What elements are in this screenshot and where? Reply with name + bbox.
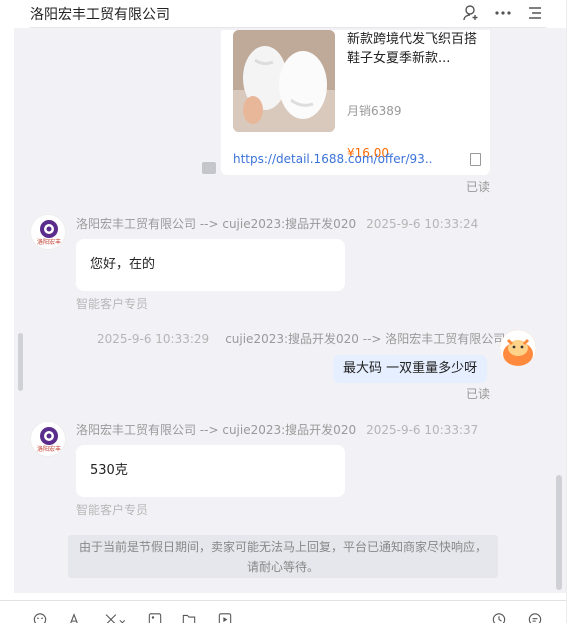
history-icon[interactable] [491,611,507,623]
message-type-icon [202,162,216,174]
message-meta: 洛阳宏丰工贸有限公司 --> cujie2023:搜品开发020 2025-9-6… [76,215,478,232]
agent-tag: 智能客户专员 [76,503,149,517]
product-link[interactable]: https://detail.1688.com/offer/93... [233,152,433,166]
chat-header: 洛阳宏丰工贸有限公司 [0,0,584,28]
video-icon[interactable] [217,611,233,623]
seller-avatar[interactable]: 洛阳宏丰 [30,214,66,250]
message-time: 2025-9-6 10:33:24 [366,217,479,231]
window-edge [566,0,584,623]
notice-line-2: 请耐心等待。 [246,560,319,574]
font-icon[interactable] [66,611,82,623]
product-sales: 月销6389 [347,104,402,118]
holiday-notice: 由于当前是节假日期间，卖家可能无法马上回复，平台已通知商家尽快响应， 请耐心等待… [68,535,498,578]
input-toolbar [0,600,566,623]
right-scrollbar[interactable] [556,475,562,590]
message-meta: 2025-9-6 10:33:29 cujie2023:搜品开发020 --> 洛… [97,330,505,347]
emoji-icon[interactable] [32,611,48,623]
message-time: 2025-9-6 10:33:37 [366,423,479,437]
message-bubble-outgoing[interactable]: 最大码 一双重量多少呀 [333,355,488,383]
seller-avatar[interactable]: 洛阳宏丰 [30,421,66,457]
seller-avatar-label: 洛阳宏丰 [37,238,61,246]
message-sender: cujie2023:搜品开发020 --> 洛阳宏丰工贸有限公司 [225,332,506,346]
message-meta: 洛阳宏丰工贸有限公司 --> cujie2023:搜品开发020 2025-9-6… [76,421,478,438]
message-read-status: 已读 [466,387,491,401]
folder-icon[interactable] [181,611,197,623]
chat-title: 洛阳宏丰工贸有限公司 [30,7,170,23]
add-contact-icon[interactable] [462,4,480,22]
notice-line-1: 由于当前是节假日期间，卖家可能无法马上回复，平台已通知商家尽快响应， [78,540,487,554]
product-image[interactable] [233,30,335,132]
image-icon[interactable] [147,611,163,623]
product-read-status: 已读 [466,180,491,194]
product-title[interactable]: 新款跨境代发飞织百搭鞋子女夏季新款... [347,30,482,68]
message-bubble-incoming[interactable]: 530克 [76,445,345,497]
more-icon[interactable] [494,4,512,22]
copy-link-icon[interactable] [470,153,481,166]
left-scrollbar[interactable] [18,333,23,391]
header-actions [462,4,544,22]
message-time: 2025-9-6 10:33:29 [97,332,210,346]
message-sender: 洛阳宏丰工贸有限公司 --> cujie2023:搜品开发020 [76,217,357,231]
seller-avatar-label: 洛阳宏丰 [37,445,61,453]
quick-reply-icon[interactable] [527,611,543,623]
user-avatar[interactable] [500,330,536,366]
agent-tag: 智能客户专员 [76,297,149,311]
menu-icon[interactable] [526,4,544,22]
message-sender: 洛阳宏丰工贸有限公司 --> cujie2023:搜品开发020 [76,423,357,437]
scissors-icon[interactable] [102,611,128,623]
message-bubble-incoming[interactable]: 您好，在的 [76,239,345,291]
